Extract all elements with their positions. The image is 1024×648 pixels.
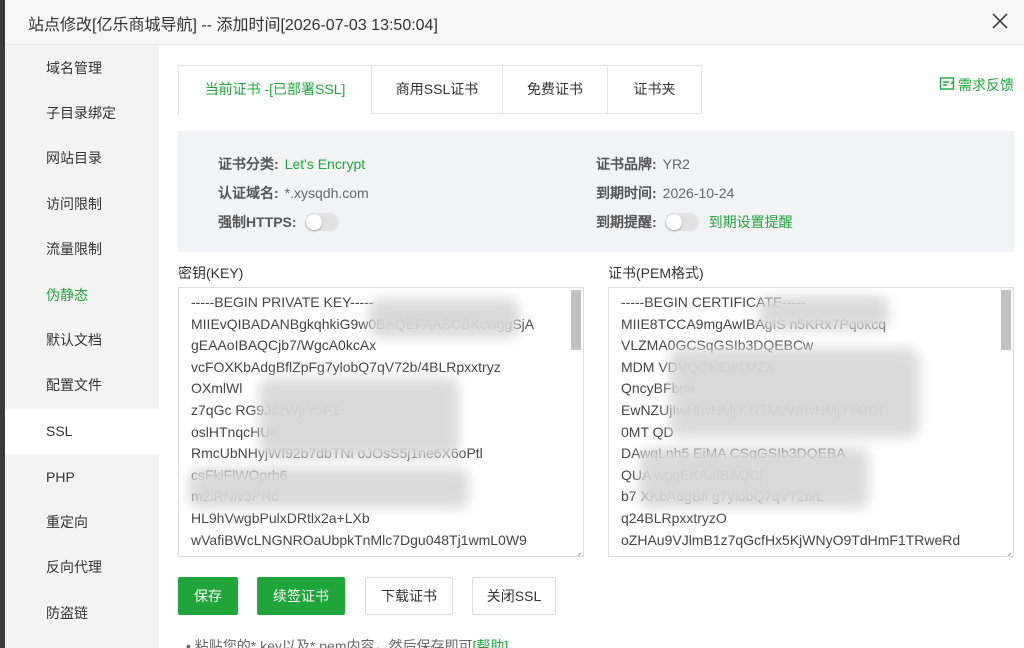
redaction-blur bbox=[189, 468, 469, 508]
resize-handle-icon[interactable] bbox=[1004, 547, 1012, 556]
sidebar-item-php[interactable]: PHP bbox=[5, 455, 159, 500]
textarea-line: HL9hVwgbPulxDRtlx2a+LXb bbox=[191, 509, 370, 526]
textarea-line: vcFOXKbAdgBflZpFg7ylobQ7qV72b/4BLRpxxtry… bbox=[191, 358, 501, 375]
renew-cert-button[interactable]: 续签证书 bbox=[257, 577, 345, 615]
cert-expire-label: 到期时间: bbox=[596, 185, 657, 201]
expire-remind-row: 到期提醒: 到期设置提醒 bbox=[596, 212, 793, 232]
cert-domain-value: *.xysqdh.com bbox=[284, 185, 369, 201]
feedback-icon bbox=[939, 76, 955, 95]
force-https-toggle[interactable] bbox=[304, 213, 339, 231]
ssl-tabs: 当前证书 -[已部署SSL] 商用SSL证书 免费证书 证书夹 bbox=[178, 65, 702, 114]
cert-textarea-scrollbar[interactable] bbox=[1001, 290, 1011, 350]
redaction-blur bbox=[759, 296, 889, 330]
tab-free-cert[interactable]: 免费证书 bbox=[503, 66, 608, 114]
key-textarea[interactable]: -----BEGIN PRIVATE KEY----- MIIEvQIBADANB… bbox=[178, 287, 584, 557]
sidebar-item-domain[interactable]: 域名管理 bbox=[5, 46, 159, 91]
close-icon[interactable] bbox=[988, 9, 1012, 33]
cert-category-value: Let's Encrypt bbox=[284, 156, 366, 172]
force-https-label: 强制HTTPS: bbox=[218, 214, 297, 230]
redaction-blur bbox=[259, 378, 459, 458]
sidebar-item-traffic-limit[interactable]: 流量限制 bbox=[5, 227, 159, 272]
force-https-row: 强制HTTPS: bbox=[218, 212, 339, 232]
sidebar-item-site-dir[interactable]: 网站目录 bbox=[5, 136, 159, 181]
tab-cert-folder[interactable]: 证书夹 bbox=[608, 66, 701, 114]
cert-brand-label: 证书品牌: bbox=[596, 156, 657, 172]
redaction-blur bbox=[669, 348, 919, 438]
sidebar-item-subdir[interactable]: 子目录绑定 bbox=[5, 91, 159, 136]
sidebar-item-ssl[interactable]: SSL bbox=[5, 409, 159, 454]
cert-textarea[interactable]: -----BEGIN CERTIFICATE----- MIIE8TCCA9mgA… bbox=[608, 287, 1014, 557]
sidebar-item-reverse-proxy[interactable]: 反向代理 bbox=[5, 545, 159, 590]
sidebar: 域名管理 子目录绑定 网站目录 访问限制 流量限制 伪静态 默认文档 配置文件 … bbox=[5, 45, 159, 648]
feedback-label: 需求反馈 bbox=[958, 77, 1014, 93]
tabs-divider bbox=[371, 113, 702, 114]
cert-domain-label: 认证域名: bbox=[218, 185, 279, 201]
help-tip-text: 粘贴您的*.key以及*.pem内容，然后保存即可 bbox=[194, 638, 473, 648]
sidebar-item-redirect[interactable]: 重定向 bbox=[5, 500, 159, 545]
expire-remind-link[interactable]: 到期设置提醒 bbox=[709, 212, 793, 232]
textarea-line: R0A bbox=[621, 551, 995, 556]
sidebar-item-rewrite[interactable]: 伪静态 bbox=[5, 273, 159, 318]
sidebar-item-default-doc[interactable]: 默认文档 bbox=[5, 318, 159, 363]
dialog-title: 站点修改[亿乐商城导航] -- 添加时间[2026-07-03 13:50:04… bbox=[28, 17, 438, 34]
expire-remind-toggle[interactable] bbox=[664, 213, 699, 231]
cert-brand-value: YR2 bbox=[662, 156, 690, 172]
sidebar-item-config-file[interactable]: 配置文件 bbox=[5, 363, 159, 408]
cert-expire-value: 2026-10-24 bbox=[662, 185, 735, 201]
textarea-line: gEAAoIBAQCjb7/WgcA0kcAx bbox=[191, 337, 377, 354]
cert-domain-row: 认证域名: *.xysqdh.com bbox=[218, 183, 369, 203]
help-link[interactable]: [帮助] bbox=[473, 638, 509, 648]
key-textarea-scrollbar[interactable] bbox=[571, 290, 581, 350]
resize-handle-icon[interactable] bbox=[574, 547, 582, 556]
cert-brand-row: 证书品牌: YR2 bbox=[596, 154, 690, 174]
cert-category-row: 证书分类: Let's Encrypt bbox=[218, 154, 365, 174]
dialog-title-bar: 站点修改[亿乐商城导航] -- 添加时间[2026-07-03 13:50:04… bbox=[5, 0, 1024, 45]
tab-commercial-ssl[interactable]: 商用SSL证书 bbox=[372, 66, 503, 114]
sidebar-item-hotlink[interactable]: 防盗链 bbox=[5, 591, 159, 636]
cert-category-label: 证书分类: bbox=[218, 156, 279, 172]
cert-expire-row: 到期时间: 2026-10-24 bbox=[596, 183, 734, 203]
expire-remind-label: 到期提醒: bbox=[596, 214, 657, 230]
download-cert-button[interactable]: 下载证书 bbox=[365, 577, 453, 615]
tab-current-cert[interactable]: 当前证书 -[已部署SSL] bbox=[179, 66, 372, 114]
sidebar-item-access-limit[interactable]: 访问限制 bbox=[5, 182, 159, 227]
textarea-line: q24BLRpxxtryzO bbox=[621, 509, 727, 526]
close-ssl-button[interactable]: 关闭SSL bbox=[472, 577, 556, 615]
redaction-blur bbox=[369, 298, 519, 338]
cert-field-label: 证书(PEM格式) bbox=[608, 265, 704, 281]
redaction-blur bbox=[639, 448, 869, 508]
cert-info-panel: 证书分类: Let's Encrypt 认证域名: *.xysqdh.com 强… bbox=[178, 131, 1014, 252]
textarea-line: oZHAu9VJlmB1z7qGcfHx5KjWNyO9TdHmF1TRweRd bbox=[621, 531, 961, 548]
textarea-line: F3nkD1ZWVe bbox=[191, 551, 565, 556]
feedback-link[interactable]: 需求反馈 bbox=[939, 75, 1014, 95]
save-button[interactable]: 保存 bbox=[178, 577, 238, 615]
textarea-line: wVafiBWcLNGNROaUbpkTnMlc7Dgu048Tj1wmL0W9 bbox=[191, 531, 527, 548]
key-field-label: 密钥(KEY) bbox=[178, 265, 244, 281]
help-tip: • 粘贴您的*.key以及*.pem内容，然后保存即可[帮助] bbox=[186, 636, 508, 648]
